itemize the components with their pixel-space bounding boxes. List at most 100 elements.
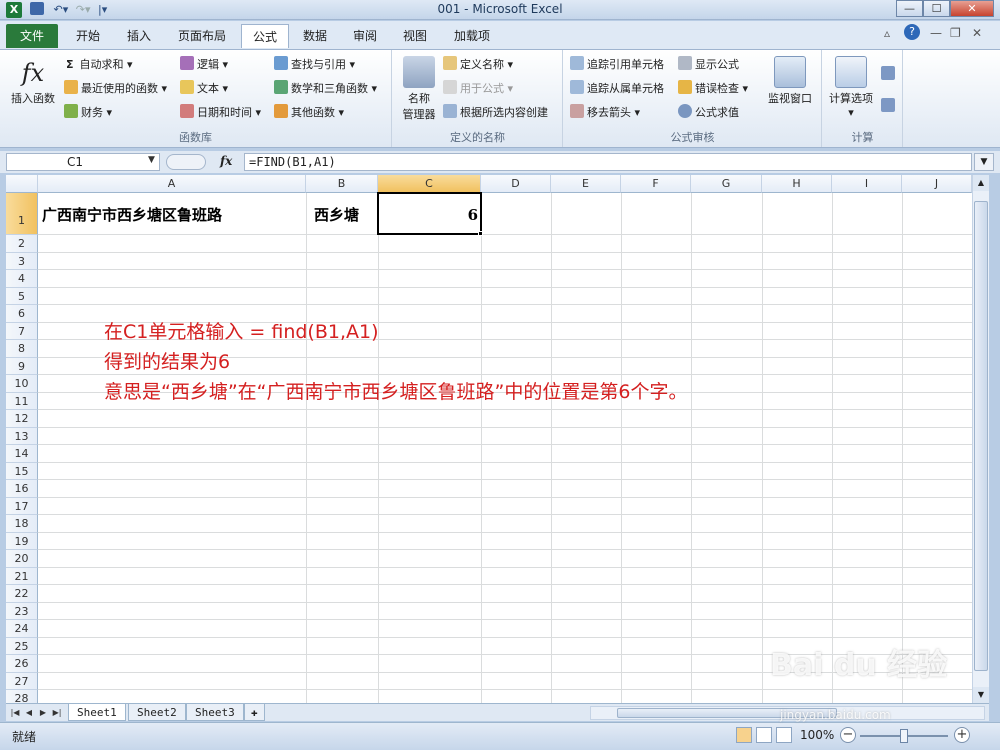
remove-arrows-button[interactable]: 移去箭头 ▾ <box>570 103 640 123</box>
tab-addins[interactable]: 加载项 <box>442 24 502 48</box>
column-header[interactable]: H <box>762 175 832 193</box>
row-header[interactable]: 19 <box>6 532 38 550</box>
row-header[interactable]: 17 <box>6 497 38 515</box>
calculate-sheet-icon[interactable] <box>881 98 895 112</box>
define-name-button[interactable]: 定义名称 ▾ <box>443 55 513 75</box>
zoom-slider-knob[interactable] <box>900 729 908 743</box>
row-header[interactable]: 15 <box>6 462 38 480</box>
column-header[interactable]: E <box>551 175 621 193</box>
column-header[interactable]: A <box>38 175 306 193</box>
use-in-formula-button[interactable]: 用于公式 ▾ <box>443 79 513 99</box>
column-header[interactable]: D <box>481 175 551 193</box>
row-header[interactable]: 10 <box>6 375 38 393</box>
next-sheet-icon[interactable]: ▶ <box>36 705 50 720</box>
zoom-level[interactable]: 100% <box>800 728 834 742</box>
row-header[interactable]: 22 <box>6 585 38 603</box>
minimize-button[interactable]: — <box>896 0 923 17</box>
show-formulas-button[interactable]: 显示公式 <box>678 55 739 75</box>
tab-formulas[interactable]: 公式 <box>241 24 289 48</box>
file-tab[interactable]: 文件 <box>6 24 58 48</box>
maximize-button[interactable]: ☐ <box>923 0 950 17</box>
column-header[interactable]: I <box>832 175 902 193</box>
create-from-selection-button[interactable]: 根据所选内容创建 <box>443 103 548 123</box>
cell-a1[interactable]: 广西南宁市西乡塘区鲁班路 <box>42 195 222 235</box>
text-button[interactable]: 文本 ▾ <box>180 79 228 99</box>
close-button[interactable]: ✕ <box>950 0 994 17</box>
prev-sheet-icon[interactable]: ◀ <box>22 705 36 720</box>
name-box[interactable]: C1 <box>6 153 160 171</box>
more-functions-button[interactable]: 其他函数 ▾ <box>274 103 344 123</box>
trace-precedents-button[interactable]: 追踪引用单元格 <box>570 55 664 75</box>
watch-window-button[interactable]: 监视窗口 <box>764 56 816 106</box>
row-header[interactable]: 6 <box>6 305 38 323</box>
formula-input[interactable]: =FIND(B1,A1) <box>244 153 972 171</box>
row-header[interactable]: 13 <box>6 427 38 445</box>
ribbon-close-icon[interactable]: ✕ <box>972 26 982 40</box>
row-header[interactable]: 2 <box>6 235 38 253</box>
last-sheet-icon[interactable]: ▶| <box>50 705 64 720</box>
zoom-out-icon[interactable]: − <box>840 727 856 743</box>
row-header[interactable]: 7 <box>6 322 38 340</box>
expand-formula-bar-icon[interactable]: ▼ <box>974 153 994 171</box>
tab-data[interactable]: 数据 <box>292 24 338 48</box>
recent-functions-button[interactable]: 最近使用的函数 ▾ <box>64 79 167 99</box>
row-header[interactable]: 9 <box>6 357 38 375</box>
tab-view[interactable]: 视图 <box>392 24 438 48</box>
help-icon[interactable]: ? <box>904 24 920 40</box>
tab-insert[interactable]: 插入 <box>116 24 162 48</box>
page-layout-view-icon[interactable] <box>756 727 772 743</box>
calculate-now-icon[interactable] <box>881 66 895 80</box>
vertical-scroll-thumb[interactable] <box>974 201 988 671</box>
column-header[interactable]: G <box>691 175 762 193</box>
row-header[interactable]: 28 <box>6 690 38 703</box>
insert-function-button[interactable]: fx 插入函数 <box>6 56 60 106</box>
name-box-dropdown-icon[interactable]: ▼ <box>148 155 155 165</box>
name-manager-button[interactable]: 名称 管理器 <box>397 56 441 122</box>
row-header[interactable]: 25 <box>6 637 38 655</box>
row-header[interactable]: 16 <box>6 480 38 498</box>
column-header[interactable]: F <box>621 175 691 193</box>
worksheet-grid[interactable]: A B C D E F G H I J 1 2 3 4 5 6 7 8 9 10 11 12 13 14 1… <box>6 175 972 703</box>
error-checking-button[interactable]: 错误检查 ▾ <box>678 79 748 99</box>
first-sheet-icon[interactable]: |◀ <box>8 705 22 720</box>
row-header[interactable]: 4 <box>6 270 38 288</box>
calculation-options-button[interactable]: 计算选项 ▾ <box>825 56 877 119</box>
ribbon-minimize-icon[interactable]: — <box>930 26 942 40</box>
row-header[interactable]: 20 <box>6 550 38 568</box>
financial-button[interactable]: 财务 ▾ <box>64 103 112 123</box>
math-button[interactable]: 数学和三角函数 ▾ <box>274 79 377 99</box>
sheet-tab-sheet2[interactable]: Sheet2 <box>128 704 186 721</box>
row-header[interactable]: 24 <box>6 620 38 638</box>
datetime-button[interactable]: 日期和时间 ▾ <box>180 103 261 123</box>
collapse-ribbon-icon[interactable]: ▵ <box>884 26 890 40</box>
row-header[interactable]: 14 <box>6 445 38 463</box>
fill-handle[interactable] <box>478 231 483 236</box>
row-header[interactable]: 27 <box>6 672 38 690</box>
vertical-scrollbar[interactable]: ▲ ▼ <box>972 175 989 703</box>
column-header[interactable]: J <box>902 175 972 193</box>
lookup-button[interactable]: 查找与引用 ▾ <box>274 55 355 75</box>
evaluate-formula-button[interactable]: 公式求值 <box>678 103 739 123</box>
sheet-tab-sheet1[interactable]: Sheet1 <box>68 704 126 721</box>
insert-sheet-icon[interactable]: ✚ <box>244 704 265 721</box>
normal-view-icon[interactable] <box>736 727 752 743</box>
page-break-view-icon[interactable] <box>776 727 792 743</box>
row-header[interactable]: 18 <box>6 515 38 533</box>
ribbon-restore-icon[interactable]: ❐ <box>950 26 961 40</box>
row-header[interactable]: 8 <box>6 340 38 358</box>
trace-dependents-button[interactable]: 追踪从属单元格 <box>570 79 664 99</box>
row-header[interactable]: 3 <box>6 252 38 270</box>
row-header[interactable]: 21 <box>6 567 38 585</box>
scroll-down-icon[interactable]: ▼ <box>973 687 989 703</box>
row-header[interactable]: 12 <box>6 410 38 428</box>
sheet-tab-sheet3[interactable]: Sheet3 <box>186 704 244 721</box>
row-header[interactable]: 1 <box>6 193 38 235</box>
zoom-in-icon[interactable]: + <box>954 727 970 743</box>
column-header[interactable]: B <box>306 175 378 193</box>
cell-b1[interactable]: 西乡塘 <box>314 195 359 235</box>
insert-function-fx-icon[interactable]: fx <box>220 154 232 168</box>
tab-page-layout[interactable]: 页面布局 <box>166 24 238 48</box>
row-header[interactable]: 5 <box>6 287 38 305</box>
tab-home[interactable]: 开始 <box>64 24 112 48</box>
formula-bar-resize-handle[interactable] <box>166 154 206 170</box>
